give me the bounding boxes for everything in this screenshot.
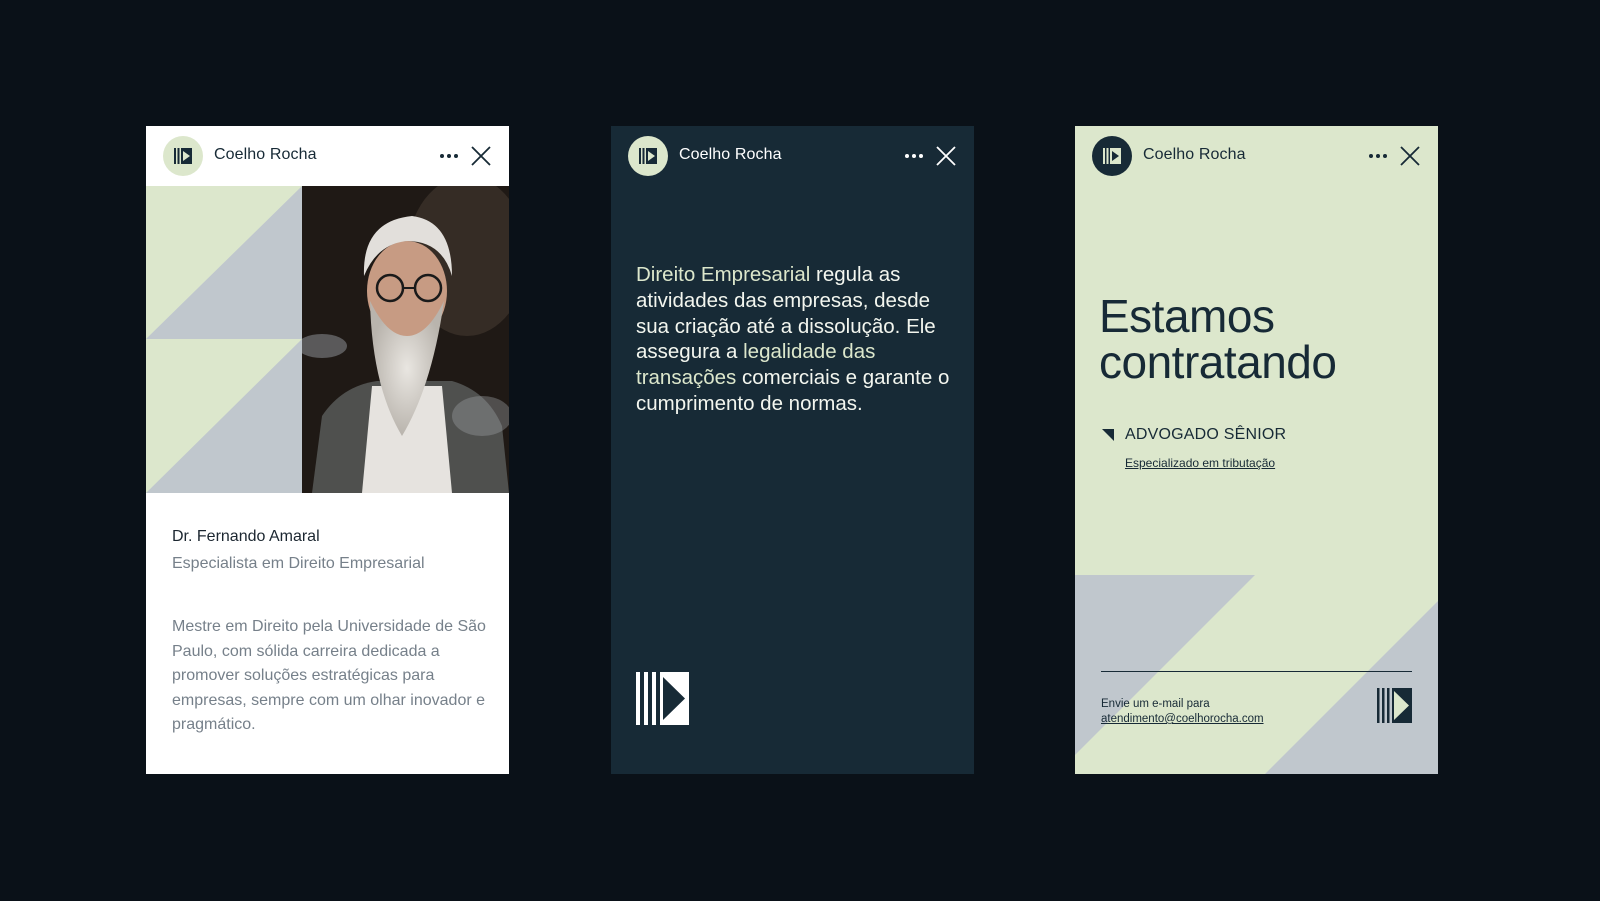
bars-play-icon: [1103, 148, 1121, 164]
brand-avatar[interactable]: [628, 136, 668, 176]
lawyer-bio: Mestre em Direito pela Universidade de S…: [172, 618, 486, 733]
send-email-label: Envie um e-mail para: [1101, 698, 1210, 710]
hiring-headline: Estamos contratando: [1099, 290, 1337, 388]
job-specialization-link[interactable]: Especializado em tributação: [1125, 456, 1275, 470]
more-horizontal-icon[interactable]: [436, 145, 462, 167]
profile-card: Coelho Rocha Dr. Fernando Amaral Especia…: [146, 126, 509, 774]
bars-play-icon: [639, 148, 657, 164]
brand-name: Coelho Rocha: [679, 146, 782, 163]
brand-name: Coelho Rocha: [1143, 146, 1246, 163]
lawyer-role: Especialista em Direito Empresarial: [172, 555, 425, 572]
bars-play-icon: [174, 148, 192, 164]
bars-play-icon: [636, 672, 689, 725]
brand-name: Coelho Rocha: [214, 146, 317, 163]
card-header: Coelho Rocha: [146, 126, 509, 186]
profile-photo: [302, 186, 509, 493]
close-icon[interactable]: [935, 145, 957, 167]
highlight-text: Direito Empresarial: [636, 263, 811, 286]
card-header: Coelho Rocha: [611, 126, 974, 186]
more-horizontal-icon[interactable]: [1365, 145, 1391, 167]
hiring-card: Coelho Rocha Estamos contratando ADVOGAD…: [1075, 126, 1438, 774]
close-icon[interactable]: [1399, 145, 1421, 167]
more-horizontal-icon[interactable]: [901, 145, 927, 167]
bars-play-icon: [1377, 688, 1412, 723]
contact-email-link[interactable]: atendimento@coelhorocha.com: [1101, 712, 1264, 727]
brand-avatar[interactable]: [1092, 136, 1132, 176]
geometric-pattern: [1075, 575, 1438, 774]
card-header: Coelho Rocha: [1075, 126, 1438, 186]
corner-arrow-icon: [1102, 429, 1114, 441]
lawyer-name: Dr. Fernando Amaral: [172, 528, 320, 545]
job-title: ADVOGADO SÊNIOR: [1125, 426, 1287, 443]
close-icon[interactable]: [470, 145, 492, 167]
info-card: Coelho Rocha Direito Empresarial regula …: [611, 126, 974, 774]
brand-avatar[interactable]: [163, 136, 203, 176]
info-paragraph: Direito Empresarial regula as atividades…: [636, 262, 956, 417]
divider: [1101, 671, 1412, 672]
